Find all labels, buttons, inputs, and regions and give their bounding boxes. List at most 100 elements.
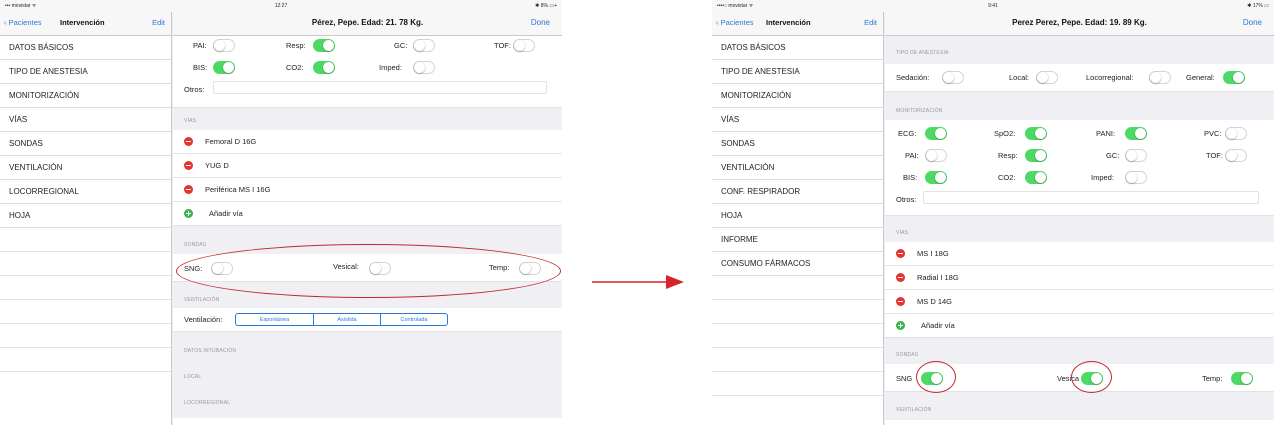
sidebar-title: Intervención xyxy=(60,18,105,27)
sidebar-item-vias[interactable]: VÍAS xyxy=(0,108,171,132)
section-ventilacion: VENTILACIÓN xyxy=(896,407,932,413)
pai-toggle[interactable] xyxy=(925,149,947,162)
segment-asistida[interactable]: Asistida xyxy=(314,314,381,325)
add-via-row[interactable]: Añadir vía xyxy=(173,202,562,226)
resp-toggle[interactable] xyxy=(313,39,335,52)
sidebar-item-tipo-anestesia[interactable]: TIPO DE ANESTESIA xyxy=(712,60,883,84)
empty-row xyxy=(712,324,883,348)
pai-toggle[interactable] xyxy=(213,39,235,52)
edit-button[interactable]: Edit xyxy=(152,18,165,27)
clock: 12:27 xyxy=(274,3,288,9)
add-via-row[interactable]: Añadir vía xyxy=(885,314,1274,338)
sidebar-item-locorregional[interactable]: LOCORREGIONAL xyxy=(0,180,171,204)
remove-icon[interactable] xyxy=(184,161,193,170)
back-button[interactable]: ‹ Pacientes xyxy=(4,18,42,27)
sidebar-item-sondas[interactable]: SONDAS xyxy=(0,132,171,156)
empty-row xyxy=(712,372,883,396)
co2-toggle[interactable] xyxy=(313,61,335,74)
remove-icon[interactable] xyxy=(896,297,905,306)
back-button[interactable]: ‹ Pacientes xyxy=(716,18,754,27)
pani-toggle[interactable] xyxy=(1125,127,1147,140)
empty-row xyxy=(0,228,171,252)
otros-label: Otros: xyxy=(184,85,205,94)
ecg-toggle[interactable] xyxy=(925,127,947,140)
sidebar-item-vias[interactable]: VÍAS xyxy=(712,108,883,132)
segment-espontanea[interactable]: Espontánea xyxy=(236,314,314,325)
back-label: Pacientes xyxy=(8,18,42,27)
local-toggle[interactable] xyxy=(1036,71,1058,84)
via-row[interactable]: Femoral D 16G xyxy=(173,130,562,154)
sidebar-item-sondas[interactable]: SONDAS xyxy=(712,132,883,156)
remove-icon[interactable] xyxy=(896,273,905,282)
via-label: Periférica MS I 16G xyxy=(205,185,271,194)
tof-toggle[interactable] xyxy=(1225,149,1247,162)
local-label: Local: xyxy=(1009,73,1030,82)
imped-toggle[interactable] xyxy=(1125,171,1147,184)
detail-nav: Pérez, Pepe. Edad: 21. 78 Kg. Done xyxy=(173,12,562,36)
via-row[interactable]: Periférica MS I 16G xyxy=(173,178,562,202)
sidebar-item-hoja[interactable]: HOJA xyxy=(712,204,883,228)
temp-toggle[interactable] xyxy=(1231,372,1253,385)
sidebar-item-conf-respirador[interactable]: CONF. RESPIRADOR xyxy=(712,180,883,204)
via-row[interactable]: YUG D xyxy=(173,154,562,178)
empty-row xyxy=(712,300,883,324)
via-row[interactable]: MS I 18G xyxy=(885,242,1274,266)
empty-row xyxy=(0,252,171,276)
gc-toggle[interactable] xyxy=(1125,149,1147,162)
sidebar-item-ventilacion[interactable]: VENTILACIÓN xyxy=(712,156,883,180)
co2-label: CO2: xyxy=(998,173,1016,182)
via-row[interactable]: MS D 14G xyxy=(885,290,1274,314)
section-datos-intubacion: DATOS INTUBACIÓN xyxy=(184,348,237,354)
add-icon[interactable] xyxy=(184,209,193,218)
remove-icon[interactable] xyxy=(896,249,905,258)
sidebar-item-consumo-farmacos[interactable]: CONSUMO FÁRMACOS xyxy=(712,252,883,276)
tof-toggle[interactable] xyxy=(513,39,535,52)
section-vias: VÍAS xyxy=(896,230,909,236)
sedacion-label: Sedación: xyxy=(896,73,930,82)
gc-toggle[interactable] xyxy=(413,39,435,52)
status-bar: ••••○ movistar ᯤ 9:41 ✱ 17% ▭ xyxy=(712,0,1274,12)
pai-label: PAI: xyxy=(193,41,207,50)
ventilacion-segmented-control[interactable]: Espontánea Asistida Controlada xyxy=(235,313,448,326)
sidebar-item-ventilacion[interactable]: VENTILACIÓN xyxy=(0,156,171,180)
sidebar-item-tipo-anestesia[interactable]: TIPO DE ANESTESIA xyxy=(0,60,171,84)
pvc-toggle[interactable] xyxy=(1225,127,1247,140)
edit-button[interactable]: Edit xyxy=(864,18,877,27)
imped-toggle[interactable] xyxy=(413,61,435,74)
sidebar-nav: ‹ Pacientes Intervención Edit xyxy=(712,12,883,36)
sidebar-item-datos-basicos[interactable]: DATOS BÁSICOS xyxy=(712,36,883,60)
monitor-panel: PAI: Resp: GC: TOF: BIS: CO2: Imped: Otr… xyxy=(173,36,562,108)
done-button[interactable]: Done xyxy=(1243,18,1262,27)
sidebar-item-informe[interactable]: INFORME xyxy=(712,228,883,252)
otros-field[interactable] xyxy=(213,81,547,94)
sidebar: ‹ Pacientes Intervención Edit DATOS BÁSI… xyxy=(0,12,172,425)
remove-icon[interactable] xyxy=(184,137,193,146)
bis-toggle[interactable] xyxy=(213,61,235,74)
bis-toggle[interactable] xyxy=(925,171,947,184)
general-toggle[interactable] xyxy=(1223,71,1245,84)
co2-label: CO2: xyxy=(286,63,304,72)
co2-toggle[interactable] xyxy=(1025,171,1047,184)
via-label: YUG D xyxy=(205,161,229,170)
highlight-circle-vesical xyxy=(1071,361,1112,393)
monitor-panel: ECG: SpO2: PANI: PVC: PAI: Resp: GC: TOF… xyxy=(885,120,1274,216)
sidebar-item-monitorizacion[interactable]: MONITORIZACIÓN xyxy=(712,84,883,108)
locorregional-toggle[interactable] xyxy=(1149,71,1171,84)
segment-controlada[interactable]: Controlada xyxy=(381,314,447,325)
sidebar-item-hoja[interactable]: HOJA xyxy=(0,204,171,228)
gc-label: GC: xyxy=(394,41,408,50)
remove-icon[interactable] xyxy=(184,185,193,194)
add-icon[interactable] xyxy=(896,321,905,330)
add-via-label: Añadir vía xyxy=(921,321,955,330)
empty-row xyxy=(712,348,883,372)
resp-toggle[interactable] xyxy=(1025,149,1047,162)
done-button[interactable]: Done xyxy=(531,18,550,27)
section-vias: VÍAS xyxy=(184,118,197,124)
via-row[interactable]: Radial I 18G xyxy=(885,266,1274,290)
bis-label: BIS: xyxy=(903,173,918,182)
spo2-toggle[interactable] xyxy=(1025,127,1047,140)
sedacion-toggle[interactable] xyxy=(942,71,964,84)
sidebar-item-monitorizacion[interactable]: MONITORIZACIÓN xyxy=(0,84,171,108)
otros-field[interactable] xyxy=(923,191,1259,204)
sidebar-item-datos-basicos[interactable]: DATOS BÁSICOS xyxy=(0,36,171,60)
